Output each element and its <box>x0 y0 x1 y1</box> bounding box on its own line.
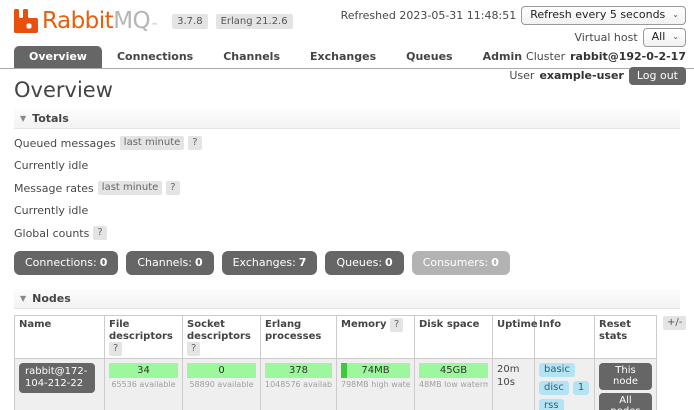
queues-count-badge: Queues:0 <box>325 251 403 275</box>
tab-exchanges[interactable]: Exchanges <box>295 46 391 68</box>
memory-used-segment <box>341 363 347 378</box>
help-icon[interactable]: ? <box>187 342 200 356</box>
col-disk-space: Disk space <box>415 316 493 359</box>
queued-messages-row: Queued messages last minute ? <box>14 136 680 150</box>
chevron-down-icon: ⌄ <box>672 8 679 22</box>
message-rates-label: Message rates <box>14 182 94 195</box>
col-erlang-processes: Erlang processes <box>261 316 337 359</box>
info-badge-basic: basic <box>539 363 575 377</box>
tab-admin[interactable]: Admin <box>468 46 537 68</box>
queued-messages-label: Queued messages <box>14 137 116 150</box>
nodes-table: Name File descriptors ? Socket descripto… <box>14 315 657 410</box>
main-content: Overview ▼ Totals Queued messages last m… <box>0 69 694 410</box>
reset-all-nodes-button[interactable]: All nodes <box>599 393 652 410</box>
file-descriptors-detail: 65536 available <box>109 380 178 389</box>
info-badge-disc: disc <box>539 381 569 395</box>
channels-count-badge: Channels:0 <box>126 251 213 275</box>
socket-descriptors-detail: 58890 available <box>187 380 256 389</box>
reset-stats-cell: This node All nodes <box>595 359 657 410</box>
col-reset-stats: Reset stats <box>595 316 657 359</box>
refreshed-timestamp: Refreshed 2023-05-31 11:48:51 <box>341 9 517 23</box>
tab-overview[interactable]: Overview <box>14 46 102 68</box>
disk-space-bar: 45GB <box>419 363 488 378</box>
disk-space-cell: 45GB 48MB low watermark <box>415 359 493 410</box>
help-icon[interactable]: ? <box>390 318 403 332</box>
file-descriptors-bar: 34 <box>109 363 178 378</box>
rabbitmq-logo-icon <box>14 9 38 33</box>
top-header: RabbitMQ™ 3.7.8 Erlang 21.2.6 Refreshed … <box>0 0 694 69</box>
consumers-count-badge: Consumers:0 <box>412 251 510 275</box>
node-name-badge: rabbit@172-104-212-22 <box>19 363 95 393</box>
disk-space-detail: 48MB low watermark <box>419 380 488 389</box>
help-icon[interactable]: ? <box>166 181 179 195</box>
info-cell: basic disc 1 rss <box>535 359 595 410</box>
section-nodes[interactable]: ▼ Nodes <box>14 289 680 309</box>
global-counts-row: Global counts ? <box>14 226 680 240</box>
help-icon[interactable]: ? <box>109 342 122 356</box>
connections-count-badge: Connections:0 <box>14 251 118 275</box>
nodes-table-wrap: Name File descriptors ? Socket descripto… <box>14 315 680 410</box>
collapse-arrow-icon: ▼ <box>20 114 26 123</box>
rates-idle-text: Currently idle <box>14 204 680 217</box>
exchanges-count-badge: Exchanges:7 <box>222 251 318 275</box>
rabbitmq-version-badge: 3.7.8 <box>172 14 207 29</box>
chevron-down-icon: ⌄ <box>672 30 679 44</box>
brand-mq-text: MQ <box>113 8 150 34</box>
memory-bar: 74MB <box>341 363 410 378</box>
reset-this-node-button[interactable]: This node <box>599 363 652 390</box>
col-file-descriptors: File descriptors ? <box>105 316 183 359</box>
user-label: User <box>509 69 534 83</box>
erlang-processes-cell: 378 1048576 available <box>261 359 337 410</box>
nodes-header-row: Name File descriptors ? Socket descripto… <box>15 316 657 359</box>
queued-idle-text: Currently idle <box>14 159 680 172</box>
col-uptime: Uptime <box>493 316 535 359</box>
memory-detail: 798MB high watermark <box>341 380 410 389</box>
rabbitmq-logo[interactable]: RabbitMQ™ 3.7.8 Erlang 21.2.6 <box>14 8 293 34</box>
collapse-arrow-icon: ▼ <box>20 294 26 303</box>
column-selector-button[interactable]: +/- <box>663 316 686 330</box>
tab-channels[interactable]: Channels <box>208 46 295 68</box>
trademark-symbol: ™ <box>151 22 158 30</box>
rates-window-badge[interactable]: last minute <box>98 181 162 195</box>
main-nav-tabs: Overview Connections Channels Exchanges … <box>14 46 537 68</box>
tab-queues[interactable]: Queues <box>391 46 467 68</box>
socket-descriptors-bar: 0 <box>187 363 256 378</box>
virtual-host-select[interactable]: All ⌄ <box>643 28 686 47</box>
col-memory: Memory ? <box>337 316 415 359</box>
help-icon[interactable]: ? <box>93 226 106 240</box>
queued-window-badge[interactable]: last minute <box>120 136 184 150</box>
col-socket-descriptors: Socket descriptors ? <box>183 316 261 359</box>
node-name-cell: rabbit@172-104-212-22 <box>15 359 105 410</box>
tab-connections[interactable]: Connections <box>102 46 208 68</box>
user-name: example-user <box>539 69 623 83</box>
rabbitmq-overview-page: RabbitMQ™ 3.7.8 Erlang 21.2.6 Refreshed … <box>0 0 694 410</box>
col-info: Info <box>535 316 595 359</box>
help-icon[interactable]: ? <box>188 136 201 150</box>
col-name: Name <box>15 316 105 359</box>
uptime-cell: 20m 10s <box>493 359 535 410</box>
info-badge-rss: rss <box>539 399 564 410</box>
file-descriptors-cell: 34 65536 available <box>105 359 183 410</box>
log-out-button[interactable]: Log out <box>629 67 686 85</box>
erlang-version-badge: Erlang 21.2.6 <box>216 14 293 29</box>
erlang-processes-detail: 1048576 available <box>265 380 332 389</box>
message-rates-row: Message rates last minute ? <box>14 181 680 195</box>
brand-rabbit-text: Rabbit <box>42 8 113 34</box>
virtual-host-label: Virtual host <box>574 31 637 45</box>
info-badge-1: 1 <box>573 381 589 395</box>
refresh-interval-select[interactable]: Refresh every 5 seconds ⌄ <box>521 6 686 25</box>
cluster-name: rabbit@192-0-2-17 <box>570 50 686 64</box>
global-counts-badges: Connections:0 Channels:0 Exchanges:7 Que… <box>14 251 680 275</box>
section-totals[interactable]: ▼ Totals <box>14 109 680 129</box>
global-counts-label: Global counts <box>14 227 89 240</box>
node-row: rabbit@172-104-212-22 34 65536 available… <box>15 359 657 410</box>
erlang-processes-bar: 378 <box>265 363 332 378</box>
socket-descriptors-cell: 0 58890 available <box>183 359 261 410</box>
memory-cell: 74MB 798MB high watermark <box>337 359 415 410</box>
